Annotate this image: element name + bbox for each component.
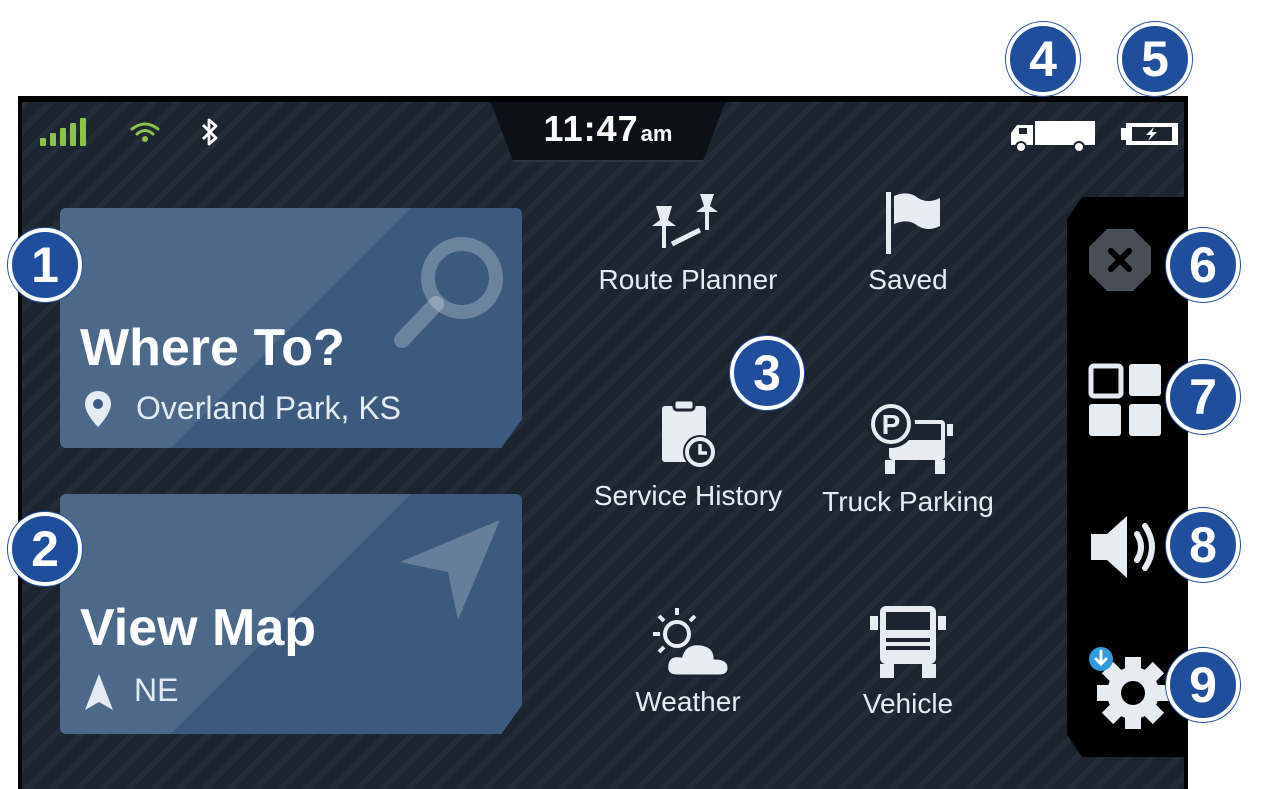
app-label: Truck Parking xyxy=(822,486,994,517)
callout-1: 1 xyxy=(8,228,82,302)
callout-7: 7 xyxy=(1166,360,1240,434)
callout-2: 2 xyxy=(8,512,82,586)
where-to-tile[interactable]: Where To? Overland Park, KS xyxy=(60,208,522,448)
clock: 11:47am xyxy=(490,108,726,150)
route-planner-icon xyxy=(652,194,718,248)
app-service-history[interactable]: Service History xyxy=(578,398,798,512)
app-label: Weather xyxy=(635,686,741,717)
app-label: Vehicle xyxy=(862,688,954,719)
callout-4: 4 xyxy=(1006,22,1080,96)
callout-8: 8 xyxy=(1166,508,1240,582)
app-weather[interactable]: Weather xyxy=(578,604,798,718)
truck-icon[interactable] xyxy=(1007,119,1097,155)
battery-charging-icon[interactable] xyxy=(1120,122,1180,146)
clock-time: 11:47 xyxy=(543,108,639,149)
close-icon[interactable] xyxy=(1087,227,1153,293)
truck-parking-icon: P xyxy=(867,400,953,474)
app-saved[interactable]: Saved xyxy=(798,190,1018,296)
bluetooth-icon xyxy=(202,118,218,146)
app-label: Route Planner xyxy=(598,264,778,295)
device-screen: 11:47am Where To? Overland Park, KS View… xyxy=(18,96,1188,789)
clock-ampm: am xyxy=(640,121,673,146)
app-truck-parking[interactable]: P Truck Parking xyxy=(798,398,1018,518)
flag-icon xyxy=(886,192,940,254)
vehicle-icon xyxy=(870,606,946,678)
callout-9: 9 xyxy=(1166,648,1240,722)
app-route-planner[interactable]: Route Planner xyxy=(578,190,798,296)
service-history-icon xyxy=(662,398,717,469)
app-label: Service History xyxy=(593,480,783,511)
app-vehicle[interactable]: Vehicle xyxy=(798,604,1018,720)
navigation-arrow-icon xyxy=(400,520,500,620)
heading-arrow-icon xyxy=(85,674,113,710)
callout-3: 3 xyxy=(730,336,804,410)
view-map-title: View Map xyxy=(80,599,317,657)
status-bar: 11:47am xyxy=(22,102,1184,162)
search-icon xyxy=(394,237,503,348)
app-grid-icon[interactable] xyxy=(1087,362,1163,438)
location-pin-icon xyxy=(85,391,111,427)
app-label: Saved xyxy=(868,264,948,295)
view-map-tile[interactable]: View Map NE xyxy=(60,494,522,734)
weather-icon xyxy=(653,608,731,678)
callout-6: 6 xyxy=(1166,228,1240,302)
clock-tab: 11:47am xyxy=(490,102,726,162)
settings-icon[interactable] xyxy=(1087,645,1173,731)
callout-5: 5 xyxy=(1118,22,1192,96)
cell-signal-icon xyxy=(40,118,90,146)
volume-icon[interactable] xyxy=(1087,512,1177,582)
where-to-title: Where To? xyxy=(80,319,345,377)
svg-text:P: P xyxy=(882,409,901,440)
where-to-location: Overland Park, KS xyxy=(136,390,401,426)
view-map-heading: NE xyxy=(134,672,179,708)
wifi-icon xyxy=(130,122,160,142)
